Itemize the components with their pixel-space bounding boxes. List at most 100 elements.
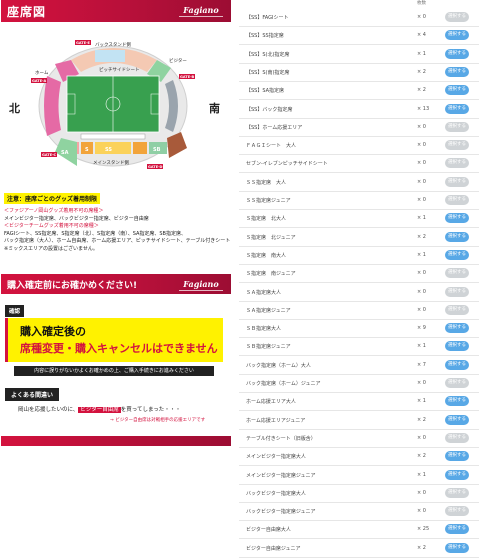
ticket-quantity: × 1 (417, 398, 426, 405)
ticket-name: 【SS】FAGIシート (246, 15, 289, 21)
ticket-row: Ｓ指定席 南大人 × 1 選択する (239, 247, 479, 265)
ticket-row: 【SS】FAGIシート × 0 選択する (239, 9, 479, 27)
ticket-row: セブン-イレブンピッチサイドシート × 0 選択する (239, 155, 479, 174)
ticket-row: ホーム応援エリア大人 × 1 選択する (239, 393, 479, 412)
select-ticket-button[interactable]: 選択する (445, 469, 469, 480)
ticket-quantity: × 2 (417, 87, 426, 94)
select-ticket-button[interactable]: 選択する (445, 451, 469, 462)
ticket-quantity: × 0 (417, 178, 426, 185)
select-ticket-button[interactable]: 選択する (445, 396, 469, 407)
visitor-label: ビジター (169, 57, 187, 64)
select-ticket-button[interactable]: 選択する (445, 286, 469, 297)
back-center-block (95, 50, 125, 62)
ticket-name: 【SS】S(北)指定席 (246, 51, 290, 58)
ticket-name: テーブル付きシート（旧版含） (246, 435, 316, 442)
warning-line-2: 席種変更・購入キャンセルはできません (20, 342, 218, 355)
ticket-name: ＳＳ指定席ジュニア (246, 198, 291, 204)
ticket-quantity: × 0 (417, 489, 426, 496)
ticket-quantity: × 0 (417, 508, 426, 515)
select-ticket-button[interactable]: 選択する (445, 524, 469, 535)
ticket-name: ＳＡ指定席大人 (246, 289, 282, 296)
main-stand-label: メインスタンド側 (93, 159, 129, 166)
select-ticket-button[interactable]: 選択する (445, 176, 469, 187)
ticket-name: 【SS】バック指定席 (246, 106, 293, 113)
ticket-quantity: × 2 (417, 233, 426, 240)
select-ticket-button[interactable]: 選択する (445, 48, 469, 59)
ticket-row: Ｓ指定席 北ジュニア × 2 選択する (239, 229, 479, 247)
select-ticket-button[interactable]: 選択する (445, 85, 469, 96)
faq-tag: よくある間違い (5, 388, 60, 401)
faq-note: → ビジター自由席は対戦相手の応援エリアです (110, 418, 206, 423)
ticket-quantity: × 25 (417, 526, 430, 533)
select-ticket-button[interactable]: 選択する (445, 378, 469, 388)
ticket-quantity: × 0 (417, 14, 426, 20)
select-ticket-button[interactable]: 選択する (445, 359, 469, 370)
north-label: 北 (9, 101, 20, 115)
select-ticket-button[interactable]: 選択する (445, 268, 469, 279)
svg-text:GATE-D: GATE-D (148, 165, 163, 169)
select-ticket-button[interactable]: 選択する (445, 158, 469, 169)
seat-map-title: 座席図 (7, 5, 47, 19)
ticket-quantity: × 0 (417, 142, 426, 149)
notice-line: バック指定席（大人）、ホーム自由席、ホーム応援エリア、ピッチサイドシート、テーブ… (4, 238, 231, 245)
select-ticket-button[interactable]: 選択する (445, 213, 469, 224)
ticket-name: 【SS】SS指定席 (246, 33, 284, 40)
select-ticket-button[interactable]: 選択する (445, 542, 469, 553)
select-ticket-button[interactable]: 選択する (445, 304, 469, 315)
select-ticket-button[interactable]: 選択する (445, 195, 469, 205)
select-ticket-button[interactable]: 選択する (445, 103, 469, 114)
select-ticket-button[interactable]: 選択する (445, 323, 469, 334)
select-ticket-button[interactable]: 選択する (445, 121, 469, 132)
seat-block-ss (95, 142, 131, 154)
ticket-quantity: × 2 (417, 416, 426, 423)
sb-block-label: SB (153, 147, 161, 153)
ticket-row: Ｓ指定席 北大人 × 1 選択する (239, 210, 479, 229)
faq-line: 岡山を応援したいのに、 ビジター自由席 を買ってしまった・・・ (18, 407, 181, 413)
ticket-row: バック指定席（ホーム）ジュニア × 0 選択する (239, 375, 479, 393)
notice-line: ＜ファジアーノ岡山グッズ着用不可の席種＞ (4, 208, 104, 214)
ticket-row: ＳＳ指定席 大人 × 0 選択する (239, 174, 479, 192)
ticket-name: バックビジター指定席大人 (246, 490, 306, 497)
confirm-banner-title: 購入確定前にお確かめください! (7, 281, 138, 291)
select-ticket-button[interactable]: 選択する (445, 231, 469, 242)
home-area-north (44, 76, 61, 136)
ticket-row: 【SS】バック指定席 × 13 選択する (239, 101, 479, 119)
ticket-row: メインビジター指定席ジュニア × 1 選択する (239, 467, 479, 485)
fagi-block-label: S (85, 147, 89, 153)
select-ticket-button[interactable]: 選択する (445, 414, 469, 425)
select-ticket-button[interactable]: 選択する (445, 341, 469, 352)
home-label: ホーム (35, 70, 49, 76)
ticket-row: バックビジター指定席ジュニア × 0 選択する (239, 503, 479, 522)
ticket-quantity: × 4 (417, 32, 426, 39)
ticket-row: 【SS】SA指定席 × 2 選択する (239, 82, 479, 101)
ticket-name: ＳＡ指定席ジュニア (246, 307, 291, 314)
select-ticket-button[interactable]: 選択する (445, 66, 469, 77)
ticket-quantity: × 1 (417, 471, 426, 478)
ticket-quantity: × 0 (417, 270, 426, 277)
ticket-row: バック指定席（ホーム）大人 × 7 選択する (239, 357, 479, 375)
svg-text:GATE-C: GATE-C (42, 153, 57, 157)
ticket-name: メインビジター指定席大人 (246, 454, 306, 461)
ticket-name: 【SS】ホーム応援エリア (246, 124, 303, 131)
ticket-name: Ｓ指定席 北大人 (246, 216, 287, 223)
ticket-name: ホーム応援エリア大人 (246, 399, 296, 406)
select-ticket-button[interactable]: 選択する (445, 487, 469, 498)
pitch-side-seat-block (80, 133, 146, 140)
select-ticket-button[interactable]: 選択する (445, 30, 469, 41)
ss-block-label: SS (105, 147, 112, 153)
sa-block-label: SA (61, 150, 69, 156)
ticket-name: ＦＡＧＩシート 大人 (246, 143, 297, 150)
ticket-name: ホーム応援エリアジュニア (246, 417, 306, 424)
select-ticket-button[interactable]: 選択する (445, 432, 469, 443)
select-ticket-button[interactable]: 選択する (445, 12, 469, 22)
ticket-name: 【SS】S(南)指定席 (246, 69, 290, 76)
select-ticket-button[interactable]: 選択する (445, 249, 469, 260)
ticket-list: 枚数 【SS】FAGIシート × 0 選択する 【SS】SS指定席 × 4 選択する 【SS… (239, 0, 479, 558)
select-ticket-button[interactable]: 選択する (445, 140, 469, 151)
select-ticket-button[interactable]: 選択する (445, 506, 469, 517)
ticket-quantity: × 13 (417, 105, 430, 112)
ticket-quantity: × 1 (417, 251, 426, 258)
ticket-row: ＳＢ指定席ジュニア × 1 選択する (239, 338, 479, 357)
ticket-quantity: × 1 (417, 50, 426, 57)
ticket-name: バック指定席（ホーム）大人 (246, 362, 311, 369)
